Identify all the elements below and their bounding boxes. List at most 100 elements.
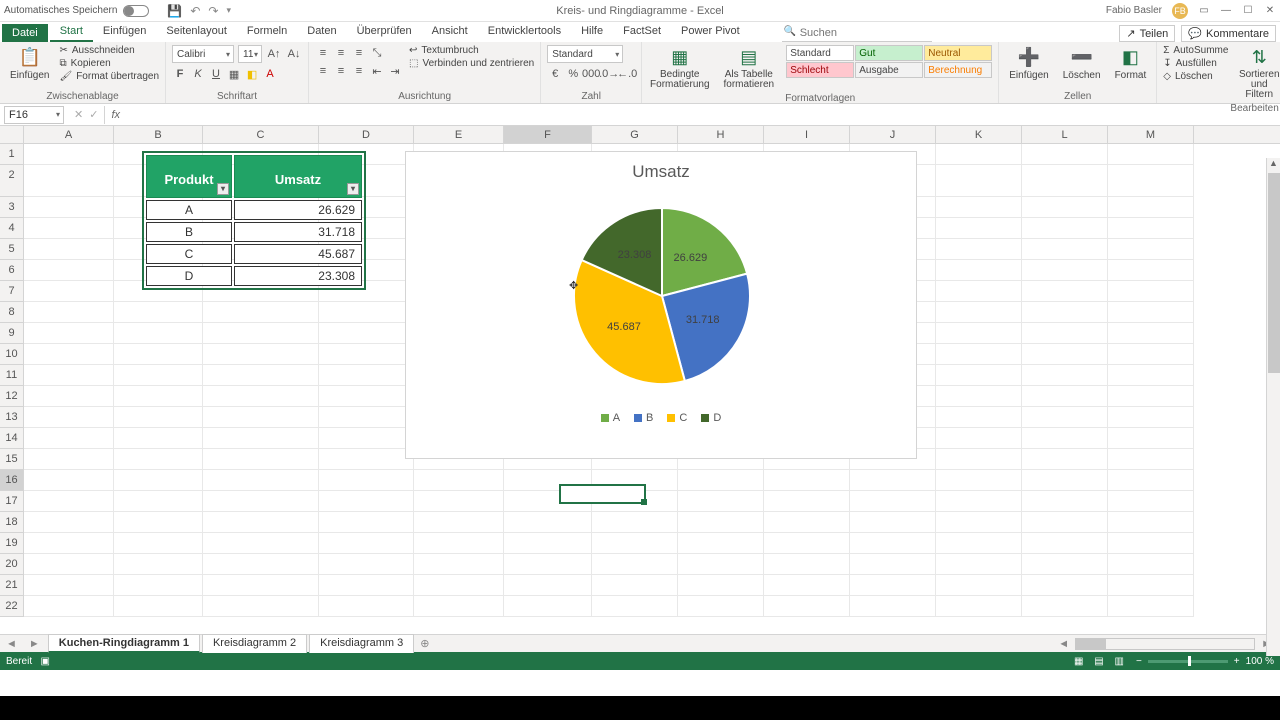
cell[interactable] <box>24 218 114 239</box>
cell[interactable] <box>936 512 1022 533</box>
cell[interactable] <box>414 533 504 554</box>
cell[interactable] <box>1108 533 1194 554</box>
number-format-combo[interactable]: Standard <box>547 45 623 63</box>
cell[interactable] <box>1022 512 1108 533</box>
cell[interactable] <box>24 554 114 575</box>
cell[interactable] <box>936 428 1022 449</box>
ribbon-tab-factset[interactable]: FactSet <box>613 22 671 42</box>
cell[interactable] <box>414 575 504 596</box>
cell[interactable] <box>764 575 850 596</box>
sheet-tab[interactable]: Kuchen-Ringdiagramm 1 <box>48 634 200 653</box>
cell[interactable] <box>592 575 678 596</box>
ribbon-tab-hilfe[interactable]: Hilfe <box>571 22 613 42</box>
col-header-H[interactable]: H <box>678 126 764 143</box>
col-header-G[interactable]: G <box>592 126 678 143</box>
row-header[interactable]: 20 <box>0 554 24 575</box>
format-as-table-button[interactable]: ▤Als Tabelle formatieren <box>717 45 780 92</box>
cell[interactable] <box>1022 302 1108 323</box>
insert-cells-button[interactable]: ➕Einfügen <box>1005 45 1052 83</box>
merge-button[interactable]: ⬚Verbinden und zentrieren <box>409 58 534 69</box>
row-header[interactable]: 18 <box>0 512 24 533</box>
cell[interactable] <box>1022 281 1108 302</box>
cell-revenue[interactable]: 31.718 <box>234 222 362 242</box>
font-size-combo[interactable]: 11 <box>238 45 262 63</box>
cell[interactable] <box>1022 144 1108 165</box>
cell[interactable] <box>414 470 504 491</box>
autosave-toggle[interactable]: Automatisches Speichern <box>4 5 149 17</box>
ribbon-tab-entwicklertools[interactable]: Entwicklertools <box>478 22 571 42</box>
cell[interactable] <box>114 470 203 491</box>
cell[interactable] <box>24 260 114 281</box>
cell[interactable] <box>24 449 114 470</box>
fill-button[interactable]: ↧Ausfüllen <box>1163 58 1228 69</box>
cell[interactable] <box>203 407 319 428</box>
cell[interactable] <box>936 554 1022 575</box>
cell[interactable] <box>24 386 114 407</box>
row-header[interactable]: 8 <box>0 302 24 323</box>
copy-button[interactable]: ⧉Kopieren <box>59 58 159 69</box>
cell[interactable] <box>1108 470 1194 491</box>
tab-prev-icon[interactable]: ◄ <box>0 638 23 650</box>
cell[interactable] <box>936 449 1022 470</box>
cell[interactable] <box>114 407 203 428</box>
cell[interactable] <box>319 428 414 449</box>
cell[interactable] <box>203 365 319 386</box>
cell[interactable] <box>319 533 414 554</box>
cell[interactable] <box>850 512 936 533</box>
cell[interactable] <box>203 449 319 470</box>
file-tab[interactable]: Datei <box>2 24 48 42</box>
cell[interactable] <box>936 302 1022 323</box>
cell[interactable] <box>936 323 1022 344</box>
filter-icon[interactable]: ▾ <box>217 183 229 195</box>
cell[interactable] <box>1108 407 1194 428</box>
cell[interactable] <box>114 554 203 575</box>
cell[interactable] <box>1108 144 1194 165</box>
cell[interactable] <box>1022 365 1108 386</box>
filter-icon[interactable]: ▾ <box>347 183 359 195</box>
row-header[interactable]: 12 <box>0 386 24 407</box>
cell[interactable] <box>936 365 1022 386</box>
cell[interactable] <box>319 365 414 386</box>
cell[interactable] <box>504 554 592 575</box>
cell[interactable] <box>114 428 203 449</box>
cell[interactable] <box>319 512 414 533</box>
table-row[interactable]: D23.308 <box>146 266 362 286</box>
col-header-E[interactable]: E <box>414 126 504 143</box>
cell[interactable] <box>1022 428 1108 449</box>
cell[interactable] <box>504 512 592 533</box>
cell[interactable] <box>1108 449 1194 470</box>
cell[interactable] <box>678 470 764 491</box>
cell[interactable] <box>592 554 678 575</box>
col-header-K[interactable]: K <box>936 126 1022 143</box>
user-avatar[interactable]: FB <box>1172 3 1188 19</box>
legend-item-B[interactable]: B <box>634 412 653 424</box>
cell-revenue[interactable]: 26.629 <box>234 200 362 220</box>
cell[interactable] <box>764 533 850 554</box>
cell[interactable] <box>764 470 850 491</box>
cell[interactable] <box>203 386 319 407</box>
cell[interactable] <box>1108 554 1194 575</box>
row-header[interactable]: 10 <box>0 344 24 365</box>
dec-dec-icon[interactable]: ←.0 <box>619 66 635 82</box>
cell[interactable] <box>850 596 936 617</box>
cell[interactable] <box>764 512 850 533</box>
cell[interactable] <box>936 470 1022 491</box>
cell[interactable] <box>114 449 203 470</box>
cell[interactable] <box>1022 323 1108 344</box>
new-sheet-icon[interactable]: ⊕ <box>414 637 435 650</box>
ribbon-tab-daten[interactable]: Daten <box>297 22 346 42</box>
cell[interactable] <box>203 302 319 323</box>
hscroll-left-icon[interactable]: ◄ <box>1052 638 1075 650</box>
paste-button[interactable]: 📋Einfügen <box>6 45 53 83</box>
align-middle-icon[interactable]: ≡ <box>333 45 349 61</box>
maximize-icon[interactable]: ☐ <box>1242 5 1254 17</box>
format-cells-button[interactable]: ◧Format <box>1111 45 1151 83</box>
cell[interactable] <box>114 491 203 512</box>
clear-button[interactable]: ◇Löschen <box>1163 71 1228 82</box>
cell[interactable] <box>24 596 114 617</box>
cell[interactable] <box>1108 218 1194 239</box>
table-row[interactable]: C45.687 <box>146 244 362 264</box>
cell[interactable] <box>1108 323 1194 344</box>
cell[interactable] <box>1022 197 1108 218</box>
page-break-icon[interactable]: ▥ <box>1111 656 1128 667</box>
